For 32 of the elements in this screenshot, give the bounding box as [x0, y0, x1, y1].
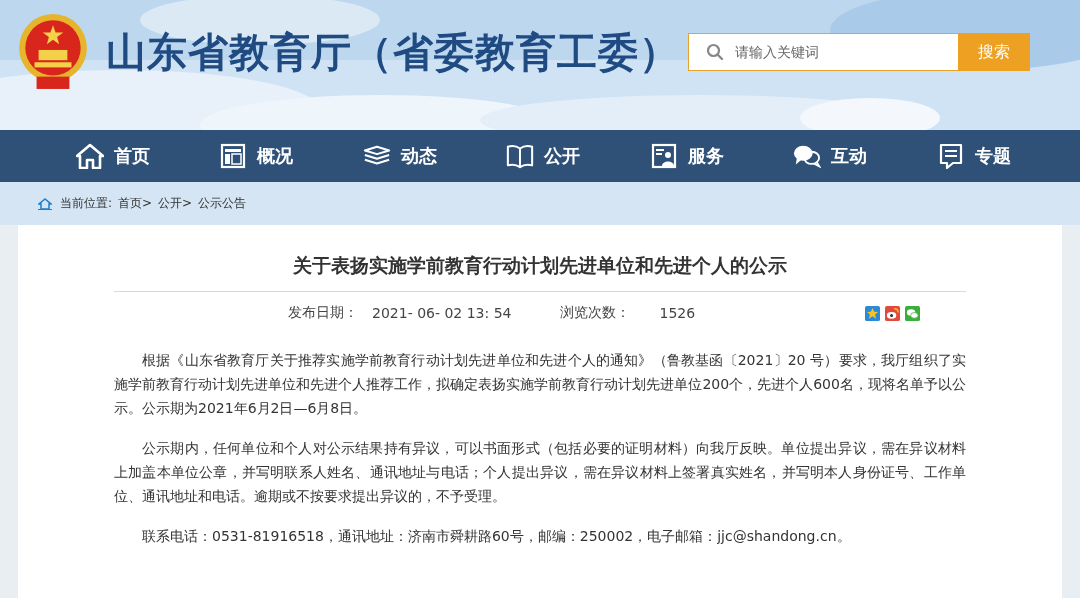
view-count: 1526 — [659, 305, 696, 321]
eye-share-icon[interactable] — [885, 305, 900, 321]
nav-item[interactable]: 服务 — [649, 143, 794, 169]
article-paragraph: 联系电话：0531-81916518，通讯地址：济南市舜耕路60号，邮编：250002，电子邮箱：jjc@shandong.cn。 — [141, 527, 852, 546]
emblem-icon — [16, 13, 90, 91]
layout-icon — [219, 143, 248, 169]
breadcrumb-link[interactable]: 首页> — [118, 195, 153, 212]
article-title: 关于表扬实施学前教育行动计划先进单位和先进个人的公示 — [114, 253, 966, 292]
home-icon — [38, 197, 52, 210]
article-paragraph: 公示期内，任何单位和个人对公示结果持有异议，可以书面形式（包括必要的证明材料）向我厅反映。单位提出异议，需在异议材料上加盖本单位公章，并写明联系人姓名、通讯地址与电话；个人提出异议，需在异议材料上签署真实姓名，并写明本人身份证号、工作单位、通讯地址和电话。逾期或不按要求提出异议的，不予受理。 — [114, 439, 966, 506]
nav-item[interactable]: 动态 — [362, 143, 507, 169]
nav-item[interactable]: 公开 — [506, 143, 650, 169]
person-board-icon — [649, 143, 678, 169]
nav-item[interactable]: 首页 — [76, 143, 220, 169]
site-title: 山东省教育厅（省委教育工委） — [106, 27, 676, 77]
date-label: 发布日期： — [288, 304, 358, 322]
breadcrumb-link[interactable]: 公示公告 — [198, 195, 247, 212]
chat-share-icon[interactable] — [905, 305, 920, 321]
chat-icon — [793, 143, 822, 169]
breadcrumb-link[interactable]: 公开> — [158, 195, 193, 212]
views-label: 浏览次数： — [559, 304, 630, 322]
article-paragraph: 根据《山东省教育厅关于推荐实施学前教育行动计划先进单位和先进个人的通知》（鲁教基函〔2021〕20 号）要求，我厅组织了实施学前教育行动计划先进单位和先进个人推荐工作，拟确定表扬实施学前教育行动计划先进单位200个，先进个人600名，现将名单予以公示。公示期为2021年6月2日—6月8日。 — [114, 351, 966, 418]
nav-item[interactable]: 专题 — [936, 143, 1080, 169]
nav-item[interactable]: 概况 — [219, 143, 363, 169]
house-icon — [76, 143, 104, 169]
nav-item[interactable]: 互动 — [793, 143, 937, 169]
breadcrumb-label: 当前位置: — [60, 195, 113, 212]
search-icon — [706, 43, 724, 61]
star-share-icon[interactable] — [865, 305, 880, 321]
publish-date: 2021- 06- 02 13: 54 — [372, 305, 512, 321]
search-field[interactable]: 请输入关键词 — [688, 33, 958, 71]
book-icon — [506, 143, 535, 169]
